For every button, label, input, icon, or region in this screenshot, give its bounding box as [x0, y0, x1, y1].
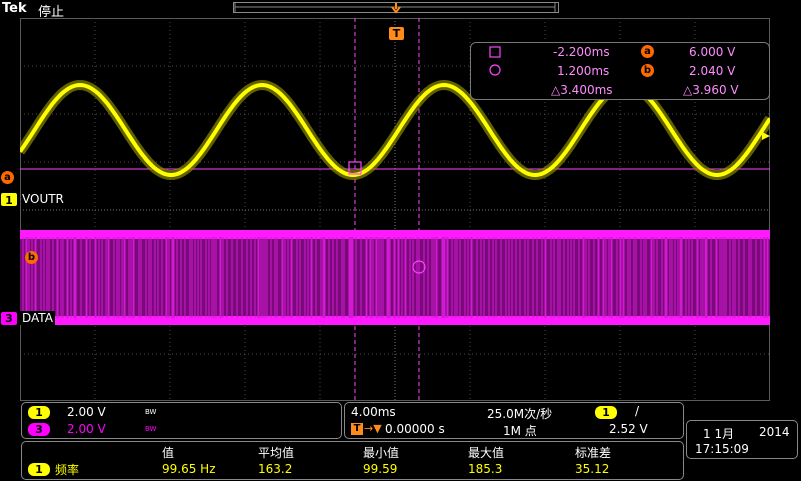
delay-trigger-icon: T [351, 423, 363, 435]
measurement-std: 35.12 [575, 462, 610, 476]
cursor-delta-time: △3.400ms [551, 83, 613, 97]
measurement-min: 99.59 [363, 462, 398, 476]
trigger-level: 2.52 V [609, 422, 648, 436]
measurement-header-value: 值 [162, 446, 175, 460]
cursor-readout-panel: -2.200ms a 6.000 V 1.200ms b 2.040 V △3.… [470, 42, 770, 100]
cursor-b-level-marker: b [25, 251, 38, 264]
trigger-position-marker: T [389, 27, 404, 40]
ch1-label: VOUTR [22, 192, 64, 206]
status-bar: Tek 停止 [0, 0, 801, 20]
ch3-data-waveform [20, 230, 770, 325]
cursor-a-marker-icon: a [641, 45, 654, 58]
ch3-indicator[interactable]: 3 [28, 423, 50, 436]
ch3-label: DATA [20, 311, 55, 325]
cursor-a-level-marker: a [1, 171, 14, 184]
record-length: 1M 点 [503, 424, 537, 438]
trigger-slope-icon: / [635, 404, 640, 418]
time: 17:15:09 [695, 442, 749, 456]
cursor-2-circle-icon [489, 64, 501, 76]
ch1-bw-limit-icon: BW [145, 408, 157, 416]
cursor-b-marker-icon: b [641, 64, 654, 77]
cursor-delta-voltage: △3.960 V [683, 83, 739, 97]
ch3-ground-marker[interactable]: 3 [1, 312, 17, 325]
measurement-panel[interactable]: 值 平均值 最小值 最大值 标准差 1 频率 99.65 Hz 163.2 99… [21, 441, 684, 480]
trigger-source-indicator[interactable]: 1 [595, 406, 617, 419]
timebase: 4.00ms [351, 405, 396, 419]
cursor-1-time: -2.200ms [553, 45, 610, 59]
measurement-source-indicator[interactable]: 1 [28, 463, 50, 476]
delay-arrow-icon: →▼ [364, 422, 382, 435]
vertical-settings-panel[interactable]: 1 2.00 V BW 3 2.00 V BW [21, 402, 342, 439]
horizontal-trigger-panel[interactable]: 4.00ms 25.0M次/秒 1 / T →▼ 0.00000 s 1M 点 … [344, 402, 684, 439]
ch1-scale: 2.00 V [67, 405, 106, 419]
trigger-position-icon [391, 3, 401, 14]
measurement-mean: 163.2 [258, 462, 293, 476]
ch1-indicator[interactable]: 1 [28, 406, 50, 419]
year: 2014 [759, 425, 790, 439]
brand-logo: Tek [2, 1, 27, 16]
measurement-name: 频率 [55, 463, 80, 477]
ch3-scale: 2.00 V [67, 422, 106, 436]
measurement-header-std: 标准差 [575, 446, 612, 460]
ch3-bw-limit-icon: BW [145, 425, 157, 433]
cursor-1-square-icon [489, 46, 501, 58]
measurement-header-max: 最大值 [468, 446, 505, 460]
measurement-value: 99.65 Hz [162, 462, 216, 476]
cursor-2-time: 1.200ms [557, 64, 610, 78]
measurement-max: 185.3 [468, 462, 503, 476]
horizontal-delay: 0.00000 s [385, 422, 445, 436]
measurement-header-min: 最小值 [363, 446, 400, 460]
sample-rate: 25.0M次/秒 [487, 407, 553, 421]
date: 1 1月 [703, 427, 735, 441]
datetime-panel: 1 1月 2014 17:15:09 [686, 420, 798, 459]
cursor-a-voltage: 6.000 V [689, 45, 736, 59]
cursor-b-voltage: 2.040 V [689, 64, 736, 78]
ch1-ground-marker[interactable]: 1 [1, 193, 17, 207]
measurement-header-mean: 平均值 [258, 446, 295, 460]
